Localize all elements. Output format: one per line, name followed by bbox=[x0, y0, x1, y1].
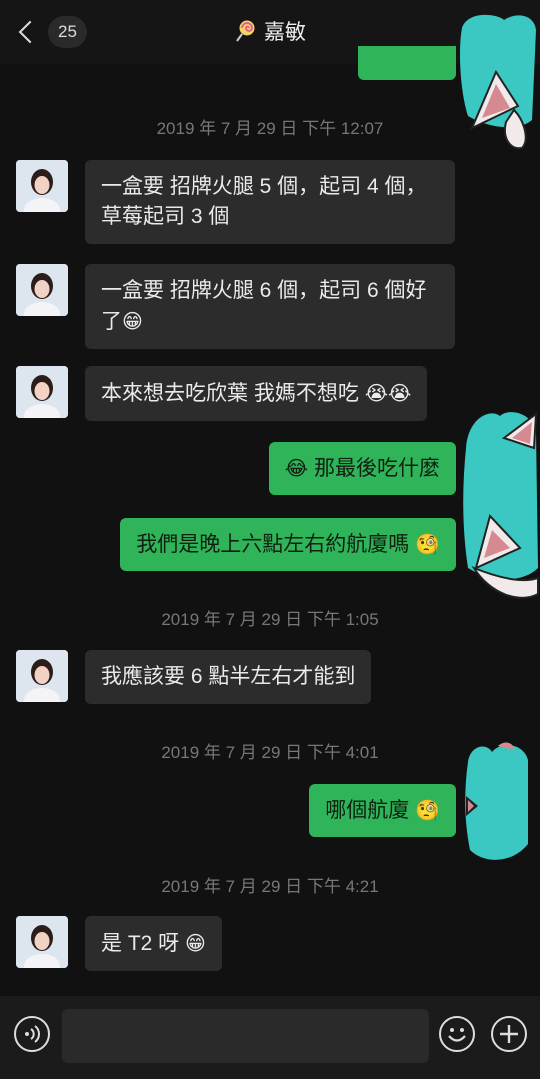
avatar-image bbox=[16, 916, 68, 968]
avatar-image bbox=[16, 366, 68, 418]
add-button[interactable] bbox=[491, 1016, 527, 1052]
message-text: 我應該要 6 點半左右才能到 bbox=[101, 665, 356, 688]
outgoing-message[interactable]: 哪個航廈 🧐 bbox=[309, 784, 456, 837]
voice-icon bbox=[25, 1025, 40, 1043]
grin-emoji-icon: 😁 bbox=[185, 931, 206, 955]
lollipop-icon bbox=[236, 20, 255, 42]
message-text: 是 T2 呀 bbox=[101, 932, 180, 955]
message-text: 我們是晚上六點左右約航廈嗎 bbox=[136, 533, 410, 556]
incoming-message[interactable]: 一盒要 招牌火腿 5 個，起司 4 個， 草莓起司 3 個 bbox=[85, 160, 455, 244]
grin-emoji-icon: 😁 bbox=[122, 309, 143, 333]
message-text: 草莓起司 3 個 bbox=[101, 205, 230, 228]
message-text: 那最後吃什麼 bbox=[314, 457, 440, 480]
emoji-icon bbox=[448, 1028, 466, 1042]
voice-button[interactable] bbox=[14, 1016, 50, 1052]
message-text: 一盒要 招牌火腿 5 個，起司 4 個， bbox=[101, 175, 427, 198]
timestamp: 2019 年 7 月 29 日 下午 4:21 bbox=[161, 877, 379, 896]
laughing-emoji-icon: 😂 bbox=[284, 456, 309, 480]
incoming-message[interactable]: 是 T2 呀 😁 bbox=[85, 916, 222, 971]
timestamp: 2019 年 7 月 29 日 下午 1:05 bbox=[161, 610, 379, 629]
contact-avatar[interactable] bbox=[16, 264, 68, 316]
outgoing-message[interactable]: 😂 那最後吃什麼 bbox=[268, 442, 456, 495]
monocle-emoji-icon: 🧐 bbox=[415, 798, 440, 822]
message-text: 一盒要 招牌火腿 6 個，起司 6 個好 bbox=[101, 279, 427, 302]
incoming-message[interactable]: 一盒要 招牌火腿 6 個，起司 6 個好 了😁 bbox=[85, 264, 455, 349]
avatar-image bbox=[16, 650, 68, 702]
incoming-message[interactable]: 我應該要 6 點半左右才能到 bbox=[85, 650, 372, 704]
avatar-image bbox=[16, 160, 68, 212]
incoming-message[interactable]: 本來想去吃欣葉 我媽不想吃 😭😭 bbox=[85, 366, 428, 421]
avatar-image bbox=[16, 264, 68, 316]
contact-avatar[interactable] bbox=[16, 650, 68, 702]
contact-name: 嘉敏 bbox=[264, 21, 306, 44]
timestamp: 2019 年 7 月 29 日 下午 4:01 bbox=[161, 743, 379, 762]
plus-icon bbox=[500, 1025, 518, 1043]
contact-avatar[interactable] bbox=[16, 160, 68, 212]
monocle-emoji-icon: 🧐 bbox=[415, 532, 440, 556]
message-text: 哪個航廈 bbox=[325, 799, 410, 822]
contact-avatar[interactable] bbox=[16, 366, 68, 418]
timestamp: 2019 年 7 月 29 日 下午 12:07 bbox=[156, 119, 384, 138]
message-text: 本來想去吃欣葉 我媽不想吃 bbox=[101, 382, 359, 405]
emoji-button[interactable] bbox=[439, 1016, 475, 1052]
crying-emoji-icon: 😭😭 bbox=[364, 381, 412, 405]
partial-outgoing-bubble bbox=[358, 46, 456, 80]
contact-avatar[interactable] bbox=[16, 916, 68, 968]
outgoing-message[interactable]: 我們是晚上六點左右約航廈嗎 🧐 bbox=[120, 518, 456, 571]
message-text: 了 bbox=[101, 310, 122, 333]
cat-sticker-image bbox=[465, 742, 528, 860]
message-input[interactable] bbox=[62, 1009, 429, 1063]
cat-sticker-image bbox=[463, 411, 539, 599]
input-bar bbox=[0, 996, 540, 1079]
